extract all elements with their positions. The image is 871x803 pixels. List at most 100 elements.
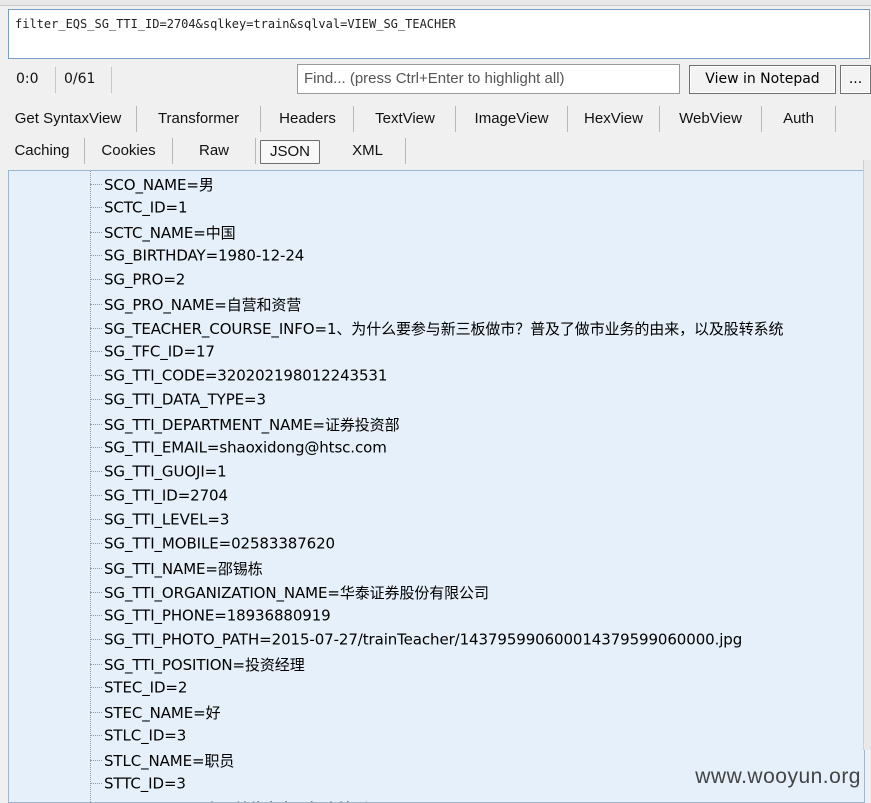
tree-node[interactable]: SG_TTI_DEPARTMENT_NAME=证券投资部 <box>90 414 400 438</box>
tree-node-label: SCTC_ID=1 <box>104 198 188 217</box>
tree-node[interactable]: SG_TEACHER_COURSE_INFO=1、为什么要参与新三板做市？普及了… <box>90 318 784 342</box>
tree-node-label: SG_TTI_MOBILE=02583387620 <box>104 534 335 553</box>
tree-node-label: SG_TFC_ID=17 <box>104 342 215 361</box>
tree-node-label: SG_TEACHER_COURSE_INFO=1、为什么要参与新三板做市？普及了… <box>104 320 784 338</box>
tree-node-label: SG_TTI_NAME=邵锡栋 <box>104 560 263 578</box>
tree-connector <box>90 760 102 761</box>
tree-connector <box>90 735 102 736</box>
tree-node-label: SG_TTI_DEPARTMENT_NAME=证券投资部 <box>104 416 400 434</box>
tree-node[interactable]: SG_TTI_DATA_TYPE=3 <box>90 390 266 414</box>
request-body-editor[interactable]: filter_EQS_SG_TTI_ID=2704&sqlkey=train&s… <box>8 9 870 59</box>
tree-connector <box>90 639 102 640</box>
tree-node[interactable]: SCTC_NAME=中国 <box>90 222 236 246</box>
inspector-toolbar: 0:0 0/61 Find... (press Ctrl+Enter to hi… <box>0 62 871 98</box>
tree-node[interactable]: SG_TTI_EMAIL=shaoxidong@htsc.com <box>90 438 387 462</box>
tree-node[interactable]: SG_PRO=2 <box>90 270 185 294</box>
tree-node-label: SG_TTI_EMAIL=shaoxidong@htsc.com <box>104 438 387 457</box>
tree-node[interactable]: SG_TTI_PHONE=18936880919 <box>90 606 331 630</box>
tree-node-label: SG_TTI_GUOJI=1 <box>104 462 227 481</box>
tree-node-label: STTC_ID=3 <box>104 774 186 793</box>
tree-connector <box>90 375 102 376</box>
tree-connector <box>90 568 102 569</box>
tree-connector <box>90 232 102 233</box>
tabs-row-1: Get SyntaxView Transformer Headers TextView… <box>0 104 871 134</box>
tree-node[interactable]: SG_TFC_ID=17 <box>90 342 215 366</box>
tree-connector <box>90 447 102 448</box>
tree-node[interactable]: STTC_ID=3 <box>90 774 186 798</box>
tree-connector <box>90 687 102 688</box>
tab-xml[interactable]: XML <box>330 138 406 164</box>
tree-node[interactable]: SG_TTI_ID=2704 <box>90 486 228 510</box>
tree-connector <box>90 207 102 208</box>
tree-connector <box>90 543 102 544</box>
tree-node-label: SG_TTI_POSITION=投资经理 <box>104 656 305 674</box>
tree-node[interactable]: SG_PRO_NAME=自营和资营 <box>90 294 301 318</box>
line-count: 0/61 <box>56 67 112 93</box>
tree-node[interactable]: SG_TTI_LEVEL=3 <box>90 510 229 534</box>
tree-node[interactable]: SG_TTI_MOBILE=02583387620 <box>90 534 335 558</box>
tree-node[interactable]: SG_TTI_POSITION=投资经理 <box>90 654 305 678</box>
tree-node[interactable]: STTC_NAME=会员单位自由职投资培训 <box>90 798 368 802</box>
tab-textview[interactable]: TextView <box>355 106 456 132</box>
tree-node-label: SG_TTI_PHOTO_PATH=2015-07-27/trainTeache… <box>104 630 743 649</box>
tree-node[interactable]: SG_TTI_ORGANIZATION_NAME=华泰证券股份有限公司 <box>90 582 489 606</box>
tree-node-label: SG_TTI_ORGANIZATION_NAME=华泰证券股份有限公司 <box>104 584 489 602</box>
view-in-notepad-button[interactable]: View in Notepad <box>689 65 836 94</box>
tab-transformer[interactable]: Transformer <box>137 106 261 132</box>
tab-get-syntaxview[interactable]: Get SyntaxView <box>0 106 137 132</box>
find-input[interactable]: Find... (press Ctrl+Enter to highlight a… <box>297 64 680 94</box>
tree-node-label: STLC_ID=3 <box>104 726 187 745</box>
tree-node-label: SCTC_NAME=中国 <box>104 224 236 242</box>
tree-node-label: STEC_NAME=好 <box>104 704 221 722</box>
tab-headers[interactable]: Headers <box>262 106 354 132</box>
tree-node[interactable]: STEC_ID=2 <box>90 678 187 702</box>
tab-imageview[interactable]: ImageView <box>456 106 568 132</box>
tree-node[interactable]: STLC_NAME=职员 <box>90 750 234 774</box>
tab-webview[interactable]: WebView <box>660 106 762 132</box>
tab-json[interactable]: JSON <box>260 140 320 164</box>
tree-node[interactable]: SG_TTI_GUOJI=1 <box>90 462 227 486</box>
json-tree-view[interactable]: SCO_NAME=男 SCTC_ID=1 SCTC_NAME=中国 SG_BIRTHD… <box>8 170 865 803</box>
tree-node-label: STLC_NAME=职员 <box>104 752 235 770</box>
tree-connector <box>90 783 102 784</box>
cursor-position: 0:0 <box>8 67 56 93</box>
tree-connector <box>90 279 102 280</box>
tab-caching[interactable]: Caching <box>0 138 85 164</box>
tree-node[interactable]: STLC_ID=3 <box>90 726 186 750</box>
more-button[interactable]: ... <box>840 65 871 94</box>
tree-node[interactable]: SG_TTI_NAME=邵锡栋 <box>90 558 263 582</box>
tree-node[interactable]: SG_TTI_PHOTO_PATH=2015-07-27/trainTeache… <box>90 630 742 654</box>
top-strip <box>0 0 871 6</box>
tab-auth[interactable]: Auth <box>762 106 836 132</box>
tree-node-label: SG_TTI_LEVEL=3 <box>104 510 230 529</box>
tab-hexview[interactable]: HexView <box>568 106 660 132</box>
tree-node-label: SG_PRO_NAME=自营和资营 <box>104 296 302 314</box>
tree-connector <box>90 592 102 593</box>
tree-node[interactable]: SG_BIRTHDAY=1980-12-24 <box>90 246 304 270</box>
tree-node-label: STEC_ID=2 <box>104 678 188 697</box>
tree-connector <box>90 399 102 400</box>
tab-cookies[interactable]: Cookies <box>85 138 173 164</box>
tree-connector <box>90 304 102 305</box>
tree-node-label: SG_BIRTHDAY=1980-12-24 <box>104 246 305 265</box>
tree-connector <box>90 495 102 496</box>
vertical-scrollbar[interactable] <box>863 160 871 750</box>
tree-connector <box>90 424 102 425</box>
tree-node[interactable]: SCO_NAME=男 <box>90 174 214 198</box>
tree-node[interactable]: SG_TTI_CODE=320202198012243531 <box>90 366 387 390</box>
tree-node[interactable]: SCTC_ID=1 <box>90 198 188 222</box>
tab-raw[interactable]: Raw <box>173 138 256 164</box>
tree-connector <box>90 519 102 520</box>
tree-node-label: SG_TTI_DATA_TYPE=3 <box>104 390 266 409</box>
watermark: www.wooyun.org <box>695 765 861 788</box>
tree-connector <box>90 615 102 616</box>
tree-connector <box>90 664 102 665</box>
tree-connector <box>90 351 102 352</box>
tree-connector <box>90 328 102 329</box>
tree-node-label: SG_PRO=2 <box>104 270 186 289</box>
tree-connector <box>90 255 102 256</box>
tree-node-label: SG_TTI_CODE=320202198012243531 <box>104 366 388 385</box>
tree-node[interactable]: STEC_NAME=好 <box>90 702 221 726</box>
tree-node-label: SG_TTI_PHONE=18936880919 <box>104 606 331 625</box>
tree-node-label: SCO_NAME=男 <box>104 176 214 194</box>
